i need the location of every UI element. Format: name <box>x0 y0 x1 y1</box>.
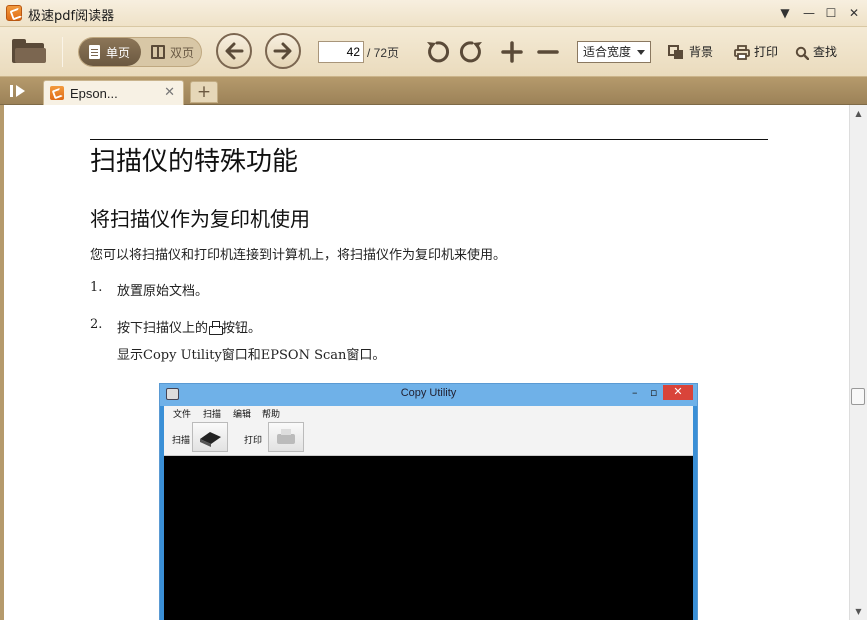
vertical-scrollbar[interactable]: ▲ ▼ <box>849 105 867 620</box>
zoom-in-icon[interactable] <box>499 39 525 65</box>
double-page-button[interactable]: 双页 <box>141 38 201 66</box>
tab-strip: Epson... ✕ + <box>0 77 867 105</box>
zoom-mode-select[interactable]: 适合宽度 <box>577 41 651 63</box>
intro-paragraph: 您可以将扫描仪和打印机连接到计算机上，将扫描仪作为复印机来使用。 <box>90 248 507 263</box>
embedded-menu-item: 帮助 <box>262 410 281 420</box>
document-viewport[interactable]: 扫描仪的特殊功能 将扫描仪作为复印机使用 您可以将扫描仪和打印机连接到计算机上，… <box>0 105 849 620</box>
chevron-down-icon <box>637 50 645 55</box>
open-file-button[interactable] <box>12 37 46 65</box>
scanner-button-icon <box>208 321 224 335</box>
step-2-text-after: 按钮。 <box>222 321 262 336</box>
single-page-button[interactable]: 单页 <box>79 38 141 66</box>
section-title: 将扫描仪作为复印机使用 <box>90 207 310 231</box>
next-page-button[interactable] <box>265 33 301 69</box>
rotate-left-icon[interactable] <box>424 39 450 65</box>
embedded-menu-item: 扫描 <box>203 410 222 420</box>
tab-close-icon[interactable]: ✕ <box>164 85 175 100</box>
embedded-toolbar: 扫描 打印 <box>164 420 693 456</box>
print-label: 打印 <box>754 45 779 59</box>
background-label: 背景 <box>689 45 714 59</box>
embedded-preview-area <box>164 456 693 620</box>
embedded-minimize-icon: – <box>632 386 638 399</box>
new-tab-button[interactable]: + <box>190 81 218 103</box>
scroll-down-icon[interactable]: ▼ <box>850 603 867 620</box>
step-1-number: 1. <box>90 280 103 295</box>
background-button[interactable]: 背景 <box>668 41 713 63</box>
copy-utility-screenshot: Copy Utility – ▫ ✕ 文件 扫描 编辑 帮助 扫描 打印 <box>159 383 698 620</box>
printer-icon <box>277 429 295 444</box>
search-button[interactable]: 查找 <box>795 41 837 63</box>
embedded-scan-label: 扫描 <box>172 436 191 446</box>
scroll-thumb[interactable] <box>851 388 865 405</box>
sidebar-toggle-icon[interactable] <box>7 82 29 100</box>
arrow-left-icon <box>225 42 244 60</box>
step-1-text: 放置原始文档。 <box>117 284 209 299</box>
embedded-title-bar: Copy Utility – ▫ ✕ <box>160 384 697 406</box>
toolbar: 单页 双页 / 72页 适合宽度 背 <box>0 27 867 77</box>
title-bar: 极速pdf阅读器 ▼ — ☐ ✕ <box>0 0 867 27</box>
scroll-up-icon[interactable]: ▲ <box>850 105 867 122</box>
rotate-right-icon[interactable] <box>459 39 485 65</box>
step-2-text-before: 按下扫描仪上的 <box>117 321 209 336</box>
arrow-right-icon <box>273 42 292 60</box>
double-page-label: 双页 <box>170 46 195 60</box>
page-total: / 72页 <box>367 46 400 60</box>
toolbar-divider <box>62 37 63 67</box>
embedded-scan-button <box>192 422 228 452</box>
search-label: 查找 <box>813 45 838 59</box>
chapter-title: 扫描仪的特殊功能 <box>90 147 299 177</box>
single-page-icon <box>89 45 100 59</box>
scanner-icon <box>200 432 221 447</box>
view-mode-toggle: 单页 双页 <box>78 37 202 67</box>
double-page-icon <box>151 45 165 59</box>
embedded-close-icon: ✕ <box>663 385 693 400</box>
close-button[interactable]: ✕ <box>845 4 863 22</box>
embedded-menu-bar: 文件 扫描 编辑 帮助 <box>164 406 693 420</box>
embedded-print-label: 打印 <box>244 436 263 446</box>
chapter-rule <box>90 139 768 140</box>
previous-page-button[interactable] <box>216 33 252 69</box>
embedded-window-title: Copy Utility <box>400 387 457 399</box>
embedded-menu-item: 编辑 <box>233 410 252 420</box>
zoom-out-icon[interactable] <box>535 39 561 65</box>
menu-dropdown-button[interactable]: ▼ <box>776 4 794 22</box>
page-number-input[interactable] <box>318 41 364 63</box>
step-2-note: 显示Copy Utility窗口和EPSON Scan窗口。 <box>117 348 386 363</box>
window-title: 极速pdf阅读器 <box>28 9 115 24</box>
maximize-button[interactable]: ☐ <box>822 4 840 22</box>
embedded-menu-item: 文件 <box>173 410 192 420</box>
pdf-app-icon <box>50 86 64 100</box>
background-icon <box>668 45 683 59</box>
step-2-number: 2. <box>90 317 103 332</box>
tab-label: Epson... <box>70 86 118 101</box>
embedded-maximize-icon: ▫ <box>650 386 658 399</box>
printer-icon <box>734 45 750 60</box>
search-icon <box>795 46 809 60</box>
embedded-print-button <box>268 422 304 452</box>
single-page-label: 单页 <box>106 46 131 60</box>
print-button[interactable]: 打印 <box>734 41 778 63</box>
step-2-text: 按下扫描仪上的 按钮。 <box>117 317 261 336</box>
minimize-button[interactable]: — <box>800 4 818 22</box>
app-logo-icon <box>6 5 22 21</box>
tab-document[interactable]: Epson... ✕ <box>43 80 184 105</box>
zoom-mode-value: 适合宽度 <box>583 45 632 59</box>
